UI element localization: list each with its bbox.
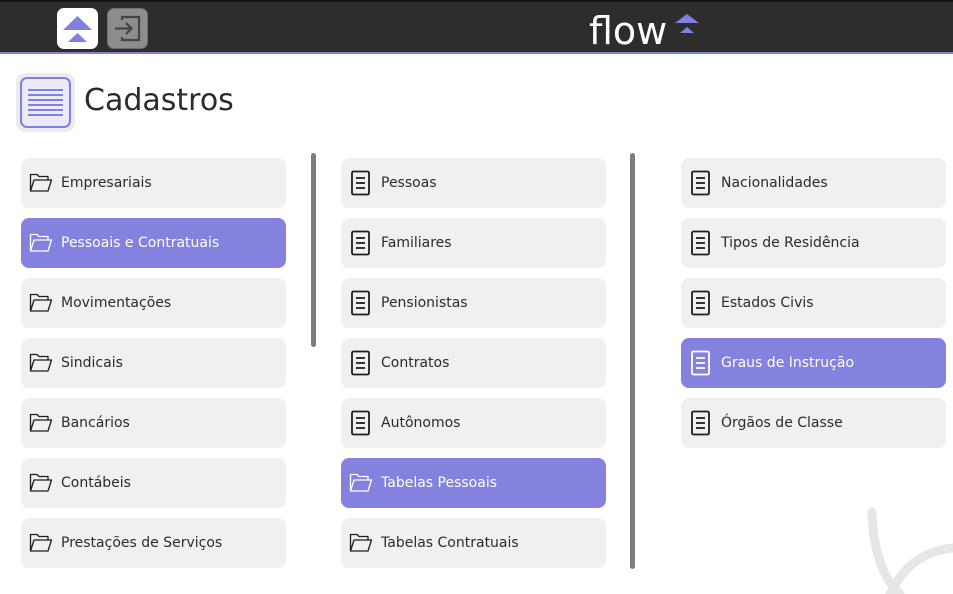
menu-item-prestacoes-de-servicos[interactable]: Prestações de Serviços <box>21 518 286 568</box>
document-list-icon <box>16 73 75 132</box>
menu-item-label: Pessoas <box>381 175 437 191</box>
document-icon <box>689 350 713 376</box>
menu-item-label: Tabelas Pessoais <box>381 475 497 491</box>
menu-item-label: Sindicais <box>61 355 123 371</box>
menu-item-graus-de-instrucao[interactable]: Graus de Instrução <box>681 338 946 388</box>
menu-item-label: Tipos de Residência <box>721 235 860 251</box>
document-icon <box>689 230 713 256</box>
menu-item-label: Contratos <box>381 355 450 371</box>
document-icon <box>349 170 373 196</box>
document-icon <box>349 290 373 316</box>
menu-item-contabeis[interactable]: Contábeis <box>21 458 286 508</box>
menu-item-familiares[interactable]: Familiares <box>341 218 606 268</box>
menu-item-label: Autônomos <box>381 415 461 431</box>
folder-icon <box>29 350 53 376</box>
menu-item-label: Pensionistas <box>381 295 468 311</box>
document-icon <box>349 410 373 436</box>
menu-item-label: Prestações de Serviços <box>61 535 223 551</box>
brand-text: flow <box>589 9 668 53</box>
menu-item-sindicais[interactable]: Sindicais <box>21 338 286 388</box>
sign-in-icon <box>115 15 141 42</box>
page-title: Cadastros <box>84 83 234 118</box>
menu-item-tabelas-contratuais[interactable]: Tabelas Contratuais <box>341 518 606 568</box>
menu-item-label: Movimentações <box>61 295 172 311</box>
menu-item-contratos[interactable]: Contratos <box>341 338 606 388</box>
brand-chevron-icon <box>675 14 699 33</box>
menu-item-label: Graus de Instrução <box>721 355 855 371</box>
brand-logo: flow <box>589 9 709 53</box>
menu-item-pessoais-e-contratuais[interactable]: Pessoais e Contratuais <box>21 218 286 268</box>
folder-icon <box>349 470 373 496</box>
top-bar: flow <box>0 0 953 54</box>
menu-item-pensionistas[interactable]: Pensionistas <box>341 278 606 328</box>
menu-item-label: Contábeis <box>61 475 131 491</box>
home-chevron-icon <box>63 16 92 42</box>
menu-item-label: Órgãos de Classe <box>721 415 843 431</box>
menu-item-tabelas-pessoais[interactable]: Tabelas Pessoais <box>341 458 606 508</box>
watermark-swirl <box>867 507 953 594</box>
menu-item-label: Estados Civis <box>721 295 814 311</box>
document-icon <box>689 410 713 436</box>
document-icon <box>689 290 713 316</box>
menu-item-label: Tabelas Contratuais <box>381 535 519 551</box>
menu-item-label: Bancários <box>61 415 130 431</box>
document-icon <box>349 350 373 376</box>
menu-item-label: Empresariais <box>61 175 152 191</box>
menu-item-orgaos-de-classe[interactable]: Órgãos de Classe <box>681 398 946 448</box>
column-2-scrollbar[interactable] <box>630 153 635 569</box>
menu-item-label: Nacionalidades <box>721 175 828 191</box>
menu-item-nacionalidades[interactable]: Nacionalidades <box>681 158 946 208</box>
menu-item-autonomos[interactable]: Autônomos <box>341 398 606 448</box>
folder-icon <box>29 410 53 436</box>
folder-icon <box>29 230 53 256</box>
menu-item-movimentacoes[interactable]: Movimentações <box>21 278 286 328</box>
menu-item-tipos-de-residencia[interactable]: Tipos de Residência <box>681 218 946 268</box>
menu-item-estados-civis[interactable]: Estados Civis <box>681 278 946 328</box>
menu-item-pessoas[interactable]: Pessoas <box>341 158 606 208</box>
menu-item-bancarios[interactable]: Bancários <box>21 398 286 448</box>
folder-icon <box>29 170 53 196</box>
column-1-scrollbar[interactable] <box>311 153 316 347</box>
folder-icon <box>29 530 53 556</box>
menu-item-label: Pessoais e Contratuais <box>61 235 220 251</box>
menu-item-label: Familiares <box>381 235 452 251</box>
sign-in-button[interactable] <box>107 8 148 49</box>
folder-icon <box>29 470 53 496</box>
document-icon <box>689 170 713 196</box>
folder-icon <box>349 530 373 556</box>
folder-icon <box>29 290 53 316</box>
home-button[interactable] <box>57 8 98 49</box>
document-icon <box>349 230 373 256</box>
menu-item-empresariais[interactable]: Empresariais <box>21 158 286 208</box>
